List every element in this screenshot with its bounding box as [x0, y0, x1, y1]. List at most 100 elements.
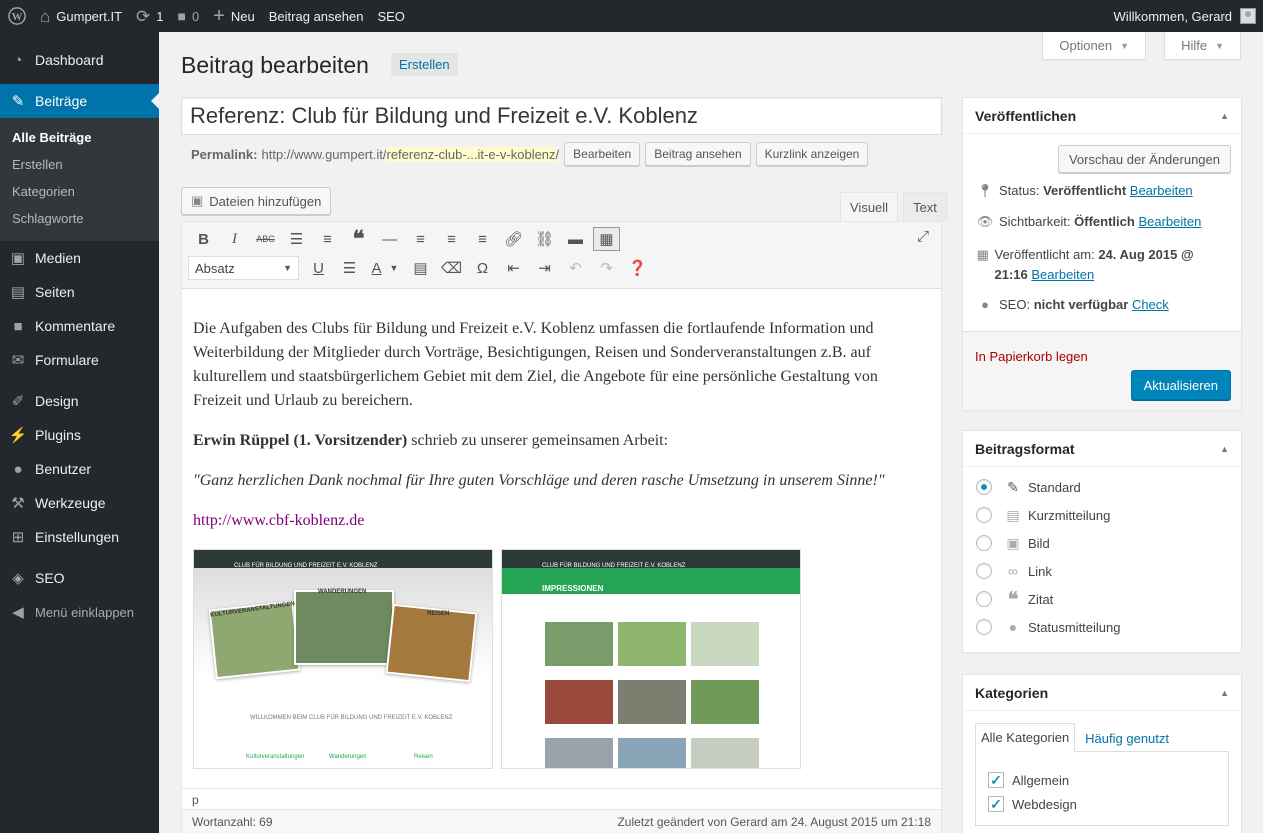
content-link[interactable]: http://www.cbf-koblenz.de	[193, 512, 364, 529]
sidebar-item-plugins[interactable]: ⚡ Plugins	[0, 418, 159, 452]
category-item[interactable]: ✓ Allgemein	[988, 768, 1216, 792]
checkbox[interactable]: ✓	[988, 772, 1004, 788]
new-content-link[interactable]: + Neu	[206, 0, 262, 32]
align-center-button[interactable]: ≡	[436, 224, 467, 254]
screen-options-button[interactable]: Optionen ▼	[1042, 32, 1147, 60]
radio-button[interactable]	[976, 619, 992, 635]
website-screenshot-impressions[interactable]: CLUB FÜR BILDUNG UND FREIZEIT E.V. KOBLE…	[501, 549, 801, 769]
preview-changes-button[interactable]: Vorschau der Änderungen	[1057, 145, 1231, 173]
format-option-status[interactable]: ● Statusmitteilung	[963, 613, 1241, 641]
wordpress-logo-button[interactable]: W	[0, 0, 33, 32]
fullscreen-icon[interactable]: ⤢	[911, 228, 935, 245]
text-color-button[interactable]: A ▼	[365, 253, 405, 283]
site-name-link[interactable]: ⌂ Gumpert.IT	[33, 0, 129, 32]
toolbar-toggle-button[interactable]: ▦	[593, 227, 620, 251]
insert-link-button[interactable]: 🔗︎	[498, 224, 529, 254]
sidebar-item-settings[interactable]: ⊞ Einstellungen	[0, 520, 159, 554]
updates-link[interactable]: ⟳ 1	[129, 0, 170, 32]
view-post-link[interactable]: Beitrag ansehen	[262, 0, 371, 32]
sidebar-item-tools[interactable]: ⚒ Werkzeuge	[0, 486, 159, 520]
submenu-tags[interactable]: Schlagworte	[0, 206, 159, 233]
update-button[interactable]: Aktualisieren	[1130, 370, 1231, 400]
radio-button[interactable]	[976, 507, 992, 523]
format-select[interactable]: Absatz ▼	[188, 256, 299, 280]
italic-button[interactable]: I	[219, 224, 250, 254]
sidebar-item-seo[interactable]: ◈ SEO	[0, 561, 159, 595]
post-title-input[interactable]	[181, 97, 942, 135]
permalink-slug[interactable]: referenz-club-...it-e-v-koblenz	[386, 146, 556, 162]
help-button[interactable]: Hilfe ▼	[1164, 32, 1241, 60]
submenu-categories[interactable]: Kategorien	[0, 179, 159, 206]
sidebar-item-forms[interactable]: ✉ Formulare	[0, 343, 159, 377]
tab-all-categories[interactable]: Alle Kategorien	[975, 723, 1076, 752]
add-new-button[interactable]: Erstellen	[391, 53, 458, 76]
collapse-arrow-icon[interactable]: ▲	[1220, 111, 1229, 121]
numbered-list-button[interactable]: ≡	[312, 224, 343, 254]
paste-as-text-button[interactable]: ▤	[405, 253, 436, 283]
indent-button[interactable]: ⇥	[529, 253, 560, 283]
redo-button[interactable]: ↷	[591, 253, 622, 283]
align-right-button[interactable]: ≡	[467, 224, 498, 254]
blockquote-button[interactable]: ❝	[343, 224, 374, 254]
tab-visual[interactable]: Visuell	[840, 192, 899, 221]
edit-slug-button[interactable]: Bearbeiten	[564, 142, 641, 166]
post-format-header[interactable]: Beitragsformat ▲	[963, 431, 1241, 467]
word-count: Wortanzahl: 69	[192, 814, 273, 829]
clear-formatting-button[interactable]: ⌫	[436, 253, 467, 283]
edit-visibility-link[interactable]: Bearbeiten	[1138, 214, 1201, 229]
seo-menu-link[interactable]: SEO	[370, 0, 411, 32]
add-media-button[interactable]: ▣ Dateien hinzufügen	[181, 187, 332, 215]
strikethrough-button[interactable]: ABC	[250, 224, 281, 254]
horizontal-line-button[interactable]: —	[374, 224, 405, 254]
remove-link-button[interactable]: ⛓	[529, 224, 560, 254]
justify-button[interactable]: ☰	[334, 253, 365, 283]
radio-button[interactable]	[976, 535, 992, 551]
checkbox[interactable]: ✓	[988, 796, 1004, 812]
view-post-button[interactable]: Beitrag ansehen	[645, 142, 751, 166]
publish-box-header[interactable]: Veröffentlichen ▲	[963, 98, 1241, 134]
category-item[interactable]: ✓ Webdesign	[988, 792, 1216, 816]
collapse-arrow-icon[interactable]: ▲	[1220, 444, 1229, 454]
collapse-arrow-icon[interactable]: ▲	[1220, 688, 1229, 698]
comments-icon: ■	[13, 317, 23, 335]
edit-date-link[interactable]: Bearbeiten	[1031, 267, 1094, 282]
radio-button[interactable]	[976, 563, 992, 579]
special-character-button[interactable]: Ω	[467, 253, 498, 283]
sidebar-item-comments[interactable]: ■ Kommentare	[0, 309, 159, 343]
sidebar-item-users[interactable]: ● Benutzer	[0, 452, 159, 486]
edit-status-link[interactable]: Bearbeiten	[1130, 183, 1193, 198]
format-option-aside[interactable]: ▤ Kurzmitteilung	[963, 501, 1241, 529]
tab-most-used[interactable]: Häufig genutzt	[1080, 725, 1174, 752]
trash-link[interactable]: In Papierkorb legen	[975, 349, 1088, 364]
format-option-link[interactable]: ∞ Link	[963, 557, 1241, 585]
submenu-new-post[interactable]: Erstellen	[0, 152, 159, 179]
format-option-standard[interactable]: ✎ Standard	[963, 473, 1241, 501]
categories-header[interactable]: Kategorien ▲	[963, 675, 1241, 711]
sidebar-item-appearance[interactable]: ✐ Design	[0, 384, 159, 418]
collapse-menu-button[interactable]: ◀ Menü einklappen	[0, 595, 159, 629]
radio-button[interactable]	[976, 479, 992, 495]
bullet-list-button[interactable]: ☰	[281, 224, 312, 254]
website-screenshot-home[interactable]: CLUB FÜR BILDUNG UND FREIZEIT E.V. KOBLE…	[193, 549, 493, 769]
underline-button[interactable]: U	[303, 253, 334, 283]
sidebar-item-media[interactable]: ▣ Medien	[0, 241, 159, 275]
format-option-image[interactable]: ▣ Bild	[963, 529, 1241, 557]
radio-button[interactable]	[976, 591, 992, 607]
bold-button[interactable]: B	[188, 224, 219, 254]
editor-content[interactable]: Die Aufgaben des Clubs für Bildung und F…	[182, 290, 941, 788]
sidebar-item-pages[interactable]: ▤ Seiten	[0, 275, 159, 309]
my-account-link[interactable]: Willkommen, Gerard	[1114, 8, 1263, 24]
tab-text[interactable]: Text	[903, 192, 947, 221]
seo-check-link[interactable]: Check	[1132, 297, 1169, 312]
undo-button[interactable]: ↶	[560, 253, 591, 283]
sidebar-item-posts[interactable]: ✎ Beiträge	[0, 84, 159, 118]
align-left-button[interactable]: ≡	[405, 224, 436, 254]
help-icon[interactable]: ❓	[622, 253, 653, 283]
comments-link[interactable]: ■ 0	[171, 0, 207, 32]
read-more-button[interactable]: ▬	[560, 224, 591, 254]
format-option-quote[interactable]: ❝ Zitat	[963, 585, 1241, 613]
shortlink-button[interactable]: Kurzlink anzeigen	[755, 142, 869, 166]
submenu-all-posts[interactable]: Alle Beiträge	[0, 125, 159, 152]
sidebar-item-dashboard[interactable]: ◔ Dashboard	[0, 43, 159, 77]
outdent-button[interactable]: ⇤	[498, 253, 529, 283]
